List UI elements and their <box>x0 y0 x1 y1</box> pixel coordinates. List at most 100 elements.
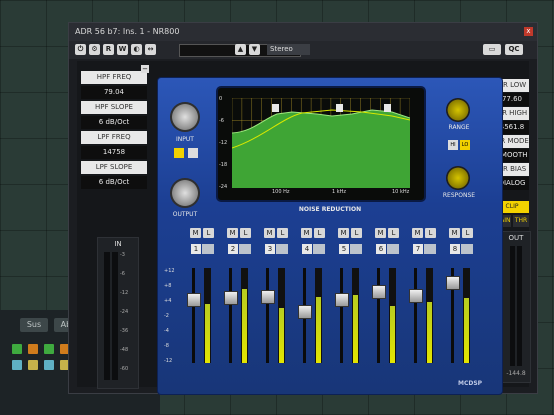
mute-button[interactable]: M <box>301 228 312 238</box>
fader-scale-tick: +12 <box>164 268 175 274</box>
channel-button[interactable] <box>12 344 22 354</box>
link-button[interactable] <box>387 244 399 254</box>
band-fader[interactable] <box>409 288 423 303</box>
plugin-body: HPF FREQ 79.04 HPF SLOPE 6 dB/Oct LPF FR… <box>77 61 531 395</box>
listen-button[interactable]: L <box>203 228 214 238</box>
window-toolbar: ⏻ ⚙ R W ◐ ↔ ▲ ▼ Stereo ▭ QC <box>69 41 537 59</box>
lpf-slope-value[interactable]: 6 dB/Oct <box>81 176 147 189</box>
fader-scale-tick: +8 <box>164 283 172 289</box>
range-knob-label: RANGE <box>448 124 470 131</box>
quick-controls-icon[interactable]: QC <box>505 44 523 55</box>
mute-button[interactable]: M <box>190 228 201 238</box>
lpf-freq-value[interactable]: 14758 <box>81 146 147 159</box>
freq-tick-label: 10 kHz <box>392 189 410 195</box>
listen-button[interactable]: L <box>240 228 251 238</box>
channel-button[interactable] <box>28 360 38 370</box>
band-fader[interactable] <box>298 305 312 320</box>
listen-button[interactable]: L <box>314 228 325 238</box>
band-fader[interactable] <box>446 276 460 291</box>
channel-strip: ML2 <box>223 228 254 378</box>
band-number: 8 <box>450 244 460 254</box>
link-button[interactable] <box>424 244 436 254</box>
output-meter-left <box>510 246 515 366</box>
thr-button[interactable]: THR <box>513 215 529 227</box>
listen-button[interactable]: L <box>277 228 288 238</box>
input-meter-scale: -3 -6 -12 -24 -36 -48 -60 <box>120 252 136 380</box>
mute-button[interactable]: M <box>227 228 238 238</box>
channel-button[interactable] <box>12 360 22 370</box>
db-tick-label: -18 <box>219 162 228 168</box>
out-peak-value: -144.8 <box>506 370 526 377</box>
bypass-icon[interactable]: ◐ <box>131 44 142 55</box>
listen-button[interactable]: L <box>425 228 436 238</box>
output-meter-right <box>517 246 522 366</box>
output-knob[interactable] <box>170 178 200 208</box>
mute-button[interactable]: M <box>375 228 386 238</box>
power-icon[interactable]: ⏻ <box>75 44 86 55</box>
output-meter-panel: OUT -144.8 <box>501 231 531 383</box>
fader-scale-tick: +4 <box>164 298 172 304</box>
sus-button[interactable]: Sus <box>20 318 48 332</box>
channel-button[interactable] <box>44 344 54 354</box>
window-options-icon[interactable]: ▭ <box>483 44 501 55</box>
compare-icon[interactable]: ↔ <box>145 44 156 55</box>
band-button-2[interactable] <box>188 148 198 158</box>
close-button[interactable]: x <box>524 27 533 36</box>
channel-strip: ML6 <box>371 228 402 378</box>
mute-button[interactable]: M <box>412 228 423 238</box>
channel-strip: ML4 <box>297 228 328 378</box>
hi-button[interactable]: HI <box>448 140 458 150</box>
nr-curve-graph[interactable] <box>232 98 410 188</box>
listen-button[interactable]: L <box>388 228 399 238</box>
link-button[interactable] <box>239 244 251 254</box>
preset-up-icon[interactable]: ▲ <box>235 44 246 55</box>
hpf-freq-label: HPF FREQ <box>81 71 147 84</box>
link-button[interactable] <box>313 244 325 254</box>
input-meter-tick: -3 <box>120 252 125 258</box>
mute-button[interactable]: M <box>338 228 349 238</box>
read-button[interactable]: R <box>103 44 114 55</box>
settings-icon[interactable]: ⚙ <box>89 44 100 55</box>
band-number: 1 <box>191 244 201 254</box>
link-button[interactable] <box>461 244 473 254</box>
mute-button[interactable]: M <box>264 228 275 238</box>
band-meter <box>389 268 396 363</box>
lo-button[interactable]: LO <box>460 140 470 150</box>
link-button[interactable] <box>350 244 362 254</box>
preset-down-icon[interactable]: ▼ <box>249 44 260 55</box>
response-knob[interactable] <box>446 166 470 190</box>
range-knob[interactable] <box>446 98 470 122</box>
band-meter-fill <box>390 306 395 363</box>
band-fader[interactable] <box>261 289 275 304</box>
lpf-slope-label: LPF SLOPE <box>81 161 147 174</box>
band-fader[interactable] <box>372 284 386 299</box>
band-fader[interactable] <box>187 292 201 307</box>
write-button[interactable]: W <box>117 44 128 55</box>
band-fader[interactable] <box>335 292 349 307</box>
channel-button[interactable] <box>44 360 54 370</box>
hpf-freq-value[interactable]: 79.04 <box>81 86 147 99</box>
collapse-icon[interactable]: − <box>141 65 149 73</box>
input-knob[interactable] <box>170 102 200 132</box>
brand-logo: MCDSP <box>458 380 483 387</box>
band-meter <box>463 268 470 363</box>
band-button-1[interactable] <box>174 148 184 158</box>
listen-button[interactable]: L <box>462 228 473 238</box>
window-titlebar: ADR 56 b7: Ins. 1 - NR800 x <box>69 23 537 41</box>
fader-scale-tick: -12 <box>164 358 173 364</box>
input-meter-tick: -6 <box>120 271 125 277</box>
link-button[interactable] <box>202 244 214 254</box>
channel-button[interactable] <box>28 344 38 354</box>
freq-tick-label: 1 kHz <box>332 189 347 195</box>
link-button[interactable] <box>276 244 288 254</box>
channel-mode-dropdown[interactable]: Stereo <box>267 44 310 55</box>
spectrum-display: 0 -6 -12 -18 -24 100 Hz 1 kHz 10 kHz <box>216 86 426 202</box>
hpf-slope-label: HPF SLOPE <box>81 101 147 114</box>
fader-track <box>192 268 195 363</box>
hpf-slope-value[interactable]: 6 dB/Oct <box>81 116 147 129</box>
mute-button[interactable]: M <box>449 228 460 238</box>
input-knob-label: INPUT <box>176 136 194 143</box>
fader-scale-tick: -2 <box>164 313 169 319</box>
listen-button[interactable]: L <box>351 228 362 238</box>
band-fader[interactable] <box>224 291 238 306</box>
